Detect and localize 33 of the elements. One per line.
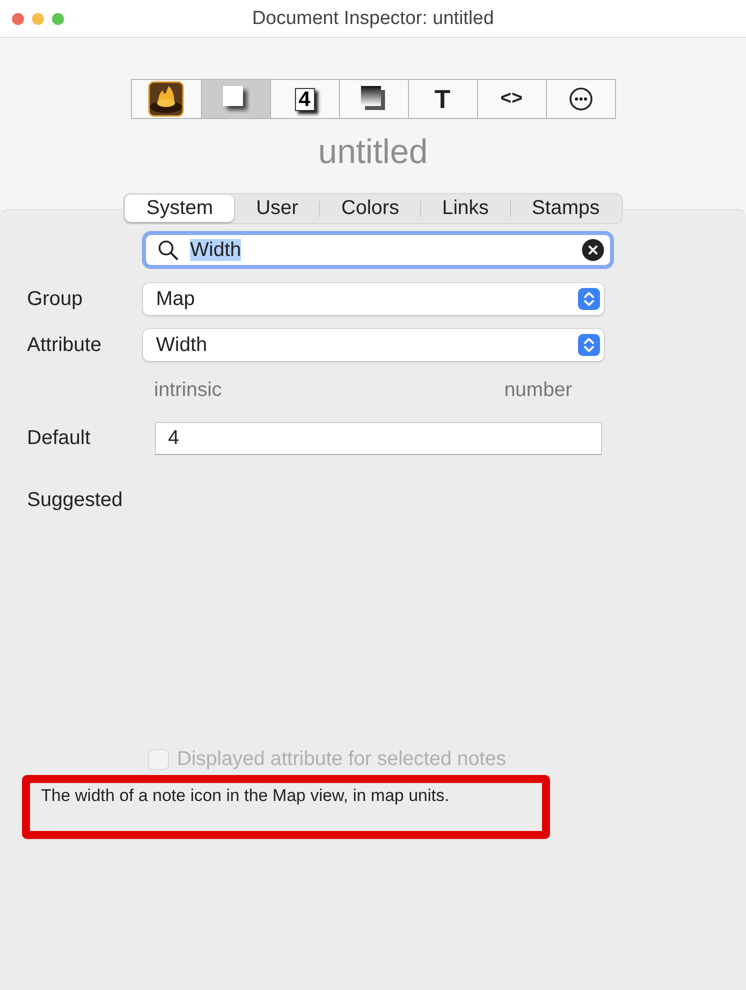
note-shadow-icon xyxy=(222,85,250,113)
glyph-icon: <> xyxy=(500,88,523,110)
search-text: Width xyxy=(190,238,242,260)
checkbox-label: Displayed attribute for selected notes xyxy=(177,748,506,771)
tab[interactable]: Links xyxy=(421,195,510,222)
more-icon xyxy=(568,87,592,111)
field-label: Suggested xyxy=(27,489,124,512)
search-field[interactable]: Width xyxy=(142,231,614,269)
document-name: untitled xyxy=(318,133,428,172)
attribute-origin: intrinsic xyxy=(154,379,222,402)
popup-button[interactable]: Map xyxy=(143,283,604,315)
flame-icon xyxy=(148,81,184,117)
popup-button[interactable]: Width xyxy=(143,329,604,361)
default-field[interactable]: 4 xyxy=(155,422,602,455)
toolbar-button[interactable] xyxy=(200,80,270,118)
tab[interactable]: System xyxy=(125,195,234,222)
tab[interactable]: User xyxy=(235,195,320,222)
tab[interactable]: Colors xyxy=(320,195,420,222)
window-title: Document Inspector: untitled xyxy=(252,8,494,28)
field-label: Attribute xyxy=(27,334,102,356)
field-label: Default xyxy=(27,427,92,450)
description-text: The width of a note icon in the Map view, in map units. xyxy=(22,775,550,839)
search-icon xyxy=(158,240,178,260)
attribute-type: number xyxy=(504,379,572,402)
clear-icon[interactable] xyxy=(582,239,604,261)
badge-icon: 4 xyxy=(294,88,314,110)
stepper-icon xyxy=(578,288,600,310)
close-button[interactable] xyxy=(12,12,24,24)
stepper-icon xyxy=(578,334,600,356)
field-label: Group xyxy=(27,288,84,310)
gradient-shadow-icon xyxy=(360,85,388,113)
glyph-icon: T xyxy=(434,84,450,114)
tab[interactable]: Stamps xyxy=(510,195,621,222)
